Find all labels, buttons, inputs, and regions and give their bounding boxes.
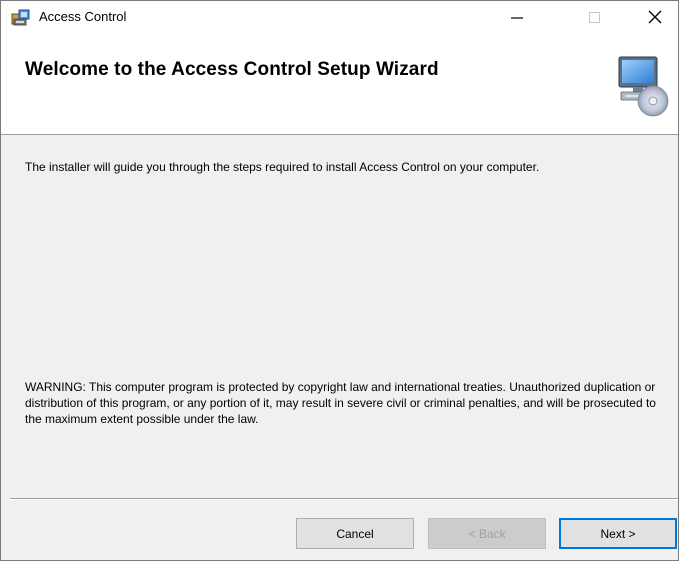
next-button[interactable]: Next > [559,518,677,549]
cancel-button[interactable]: Cancel [296,518,414,549]
intro-text: The installer will guide you through the… [25,160,540,174]
back-button[interactable]: < Back [428,518,546,549]
installer-window: Access Control Welcome to the Access Con… [0,0,679,561]
footer-divider [10,498,678,500]
title-bar[interactable]: Access Control [1,1,678,33]
maximize-button[interactable] [571,1,617,33]
wizard-header: Welcome to the Access Control Setup Wiza… [1,33,678,135]
minimize-icon [511,17,523,19]
minimize-button[interactable] [494,1,540,33]
page-title: Welcome to the Access Control Setup Wiza… [25,59,439,80]
window-title: Access Control [39,9,127,24]
installer-package-icon [11,9,30,26]
close-button[interactable] [632,1,678,33]
computer-cd-icon [618,56,669,117]
close-icon [648,10,662,24]
copyright-warning-text: WARNING: This computer program is protec… [25,380,656,426]
maximize-icon [588,11,600,23]
